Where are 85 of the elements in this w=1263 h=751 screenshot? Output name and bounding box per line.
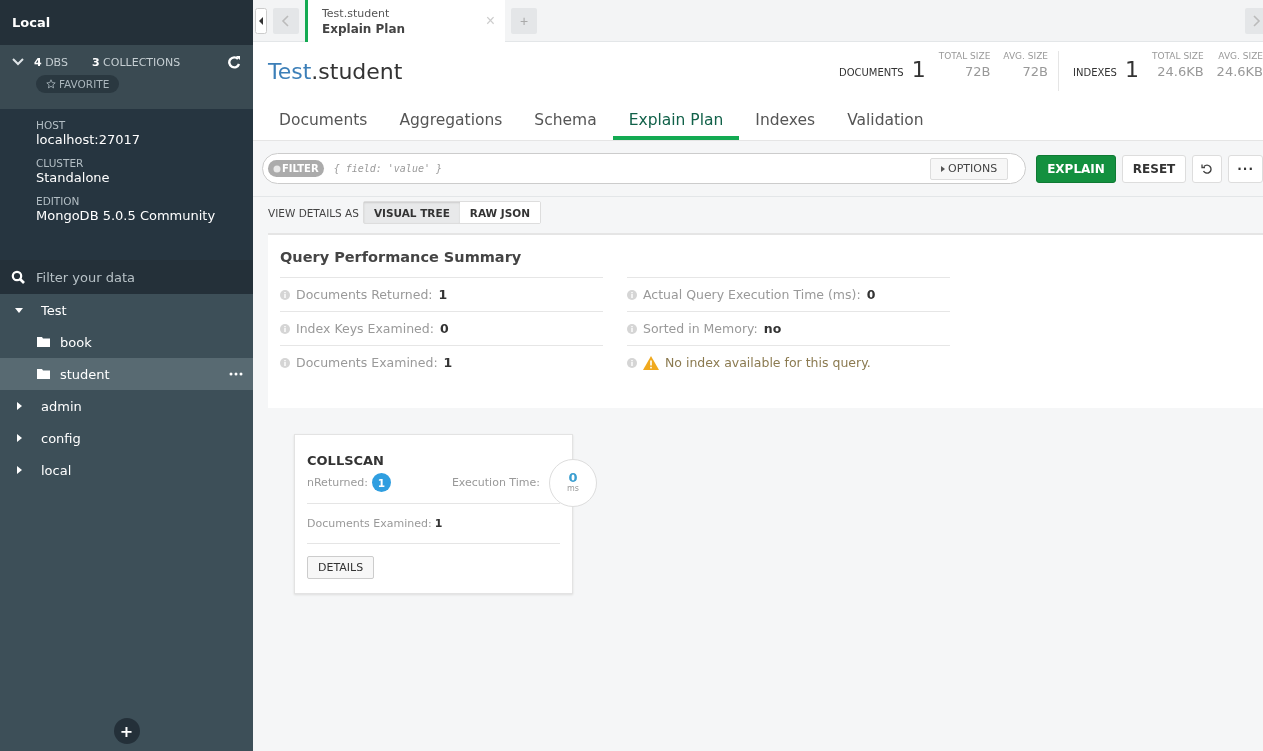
tab-subtitle: Explain Plan (322, 21, 407, 36)
view-label: VIEW DETAILS AS (268, 206, 359, 219)
returned-count: 1 (371, 473, 391, 492)
star-icon (46, 79, 56, 89)
warning-text: No index available for this query. (665, 355, 871, 370)
database-item[interactable]: config (0, 422, 253, 454)
collection-item[interactable]: student (0, 358, 253, 390)
execution-time-dial: 0 ms (549, 458, 597, 507)
workspace-tab[interactable]: Test.student Explain Plan × (305, 0, 505, 42)
view-toggle[interactable]: VISUAL TREE (363, 202, 460, 223)
history-icon (1201, 162, 1214, 175)
reset-button[interactable]: RESET (1121, 154, 1187, 183)
info-icon (280, 289, 290, 300)
metric-value: 24.6KB (1216, 64, 1263, 79)
folder-icon (37, 369, 50, 379)
documents-examined: Documents Examined: 1 (307, 504, 560, 544)
metric-label: TOTAL SIZE (938, 51, 991, 61)
collection-tab[interactable]: Schema (518, 100, 613, 140)
summary-title: Query Performance Summary (280, 249, 523, 265)
filter-badge: FILTER (268, 160, 324, 177)
detail-label: HOST (36, 119, 67, 131)
summary-value: 0 (866, 287, 876, 302)
database-item[interactable]: local (0, 454, 253, 486)
detail-label: EDITION (36, 195, 81, 207)
summary-value: 1 (438, 287, 448, 302)
execution-time-label: Execution Time: (451, 476, 540, 489)
tab-title: Test.student (322, 6, 391, 20)
instance-stat: 3 COLLECTIONS (91, 55, 181, 69)
explain-button[interactable]: EXPLAIN (1036, 154, 1116, 183)
metric-label: AVG. SIZE (1003, 51, 1048, 61)
options-button[interactable]: OPTIONS (930, 157, 1009, 180)
filter-field[interactable]: FILTER { field: 'value' } OPTIONS (262, 153, 1027, 184)
collection-tab[interactable]: Documents (263, 100, 384, 140)
detail-value: MongoDB 5.0.5 Community (36, 208, 217, 223)
folder-icon (37, 337, 50, 347)
details-button[interactable]: DETAILS (307, 556, 375, 579)
instance-stat: 4 DBS (34, 55, 68, 69)
collection-tab[interactable]: Validation (831, 100, 940, 140)
info-icon (627, 289, 637, 300)
metric-value: 72B (1022, 64, 1048, 79)
metric-label: TOTAL SIZE (1151, 51, 1204, 61)
more-button[interactable]: ··· (1228, 154, 1263, 183)
summary-value: 0 (439, 321, 449, 336)
info-icon (627, 357, 637, 368)
caret-icon (941, 165, 946, 172)
collection-tab[interactable]: Indexes (739, 100, 832, 140)
collection-name: .student (311, 58, 403, 84)
more-icon (229, 372, 243, 376)
stat-count: 1 (911, 59, 926, 81)
stat-count: 1 (1124, 59, 1139, 81)
metric-label: AVG. SIZE (1218, 51, 1263, 61)
collection-tab[interactable]: Explain Plan (612, 100, 740, 140)
instance-title: Local (12, 15, 51, 30)
back-icon (273, 7, 299, 34)
stage-name: COLLSCAN (307, 453, 385, 468)
stat-label: DOCUMENTS (838, 67, 904, 78)
favorite-button[interactable]: FAVORITE (36, 75, 120, 93)
metric-value: 72B (964, 64, 991, 79)
stat-label: INDEXES (1073, 67, 1117, 78)
collection-item[interactable]: book (0, 326, 253, 358)
summary-label: Index Keys Examined: (296, 321, 434, 336)
history-button[interactable] (1192, 154, 1223, 183)
summary-label: Documents Examined: (296, 355, 438, 370)
detail-value: localhost:27017 (36, 132, 142, 147)
detail-value: Standalone (36, 170, 111, 185)
view-toggle[interactable]: RAW JSON (459, 202, 540, 223)
summary-label: Documents Returned: (296, 287, 433, 302)
detail-label: CLUSTER (36, 157, 85, 169)
collection-tab[interactable]: Aggregations (383, 100, 519, 140)
metric-value: 24.6KB (1157, 64, 1204, 79)
summary-label: Actual Query Execution Time (ms): (643, 287, 861, 302)
info-icon (627, 323, 637, 334)
database-item[interactable]: Test (0, 294, 253, 326)
refresh-icon (227, 55, 241, 69)
summary-value: no (763, 321, 782, 336)
database-name: Test (268, 58, 312, 84)
info-icon (280, 323, 290, 334)
summary-label: Sorted in Memory: (643, 321, 758, 336)
returned-label: nReturned: (307, 476, 368, 489)
info-icon (280, 357, 290, 368)
database-item[interactable]: admin (0, 390, 253, 422)
add-database-button[interactable]: + (113, 718, 140, 744)
warning-icon (643, 355, 659, 370)
filter-field[interactable]: Filter your data (0, 260, 253, 294)
summary-value: 1 (443, 355, 453, 370)
